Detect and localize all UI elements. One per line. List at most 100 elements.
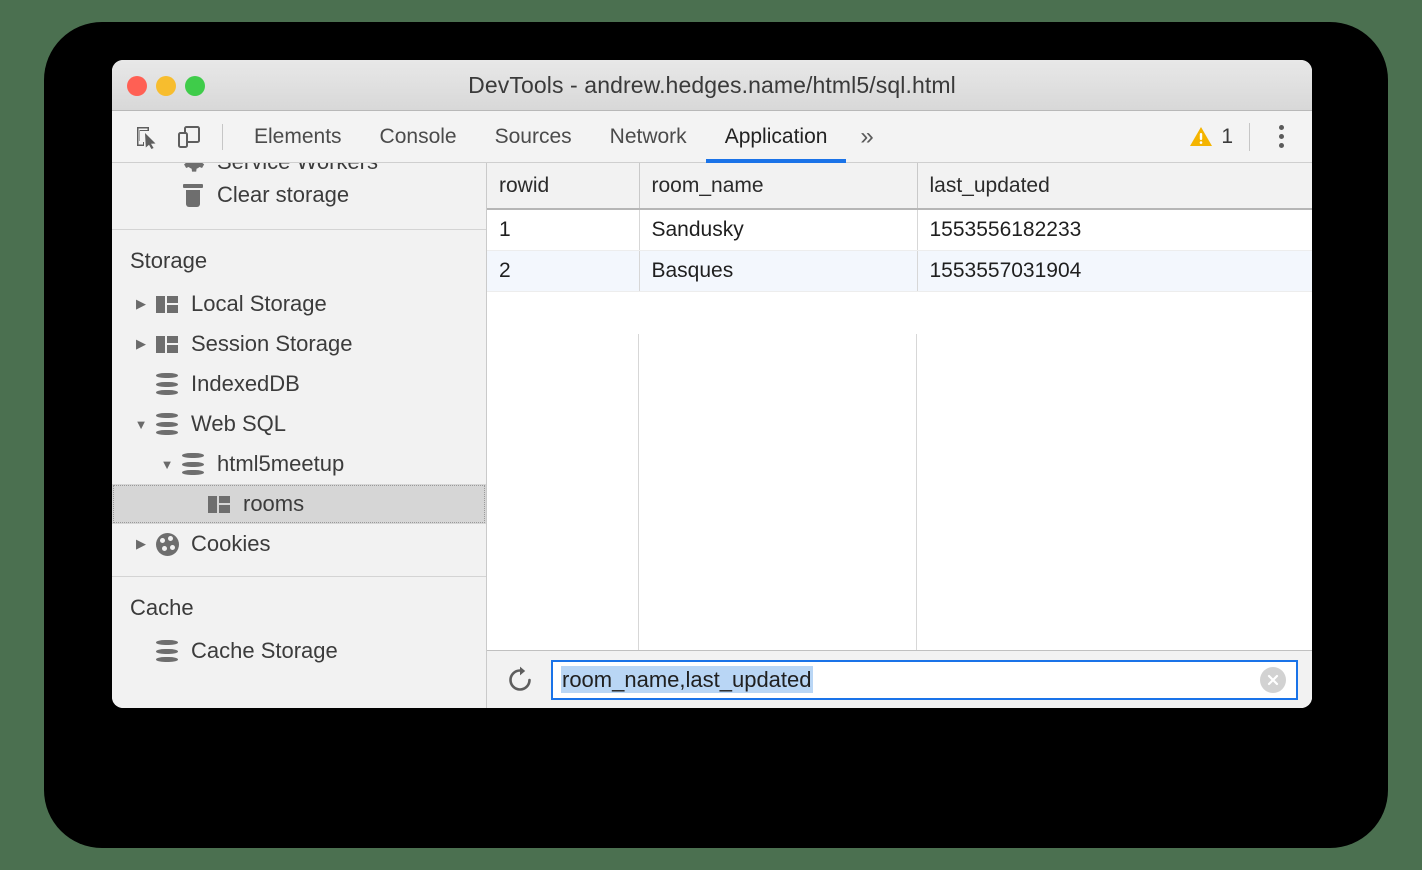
sidebar-item-label: Cookies <box>191 533 270 555</box>
sidebar-group-title-cache: Cache <box>112 577 486 631</box>
refresh-button[interactable] <box>503 663 537 697</box>
main-content: rowid room_name last_updated 1 Sandusky … <box>487 163 1312 708</box>
warning-indicator[interactable]: 1 <box>1189 125 1233 149</box>
database-icon <box>178 451 208 477</box>
data-grid-empty-filler <box>487 334 1312 650</box>
chevron-right-icon[interactable]: ▶ <box>130 536 152 552</box>
database-icon-glyph <box>156 640 178 662</box>
toggle-device-toolbar-button[interactable] <box>170 118 208 156</box>
sidebar-item-web-sql[interactable]: ▼ Web SQL <box>112 404 486 444</box>
query-input-value[interactable]: room_name,last_updated <box>561 666 813 693</box>
sidebar-item-label: html5meetup <box>217 453 344 475</box>
sidebar-group-storage: Storage ▶ Local Storage ▶ Session S <box>112 230 486 577</box>
zoom-button[interactable] <box>185 76 205 96</box>
cell-room-name[interactable]: Sandusky <box>639 209 917 250</box>
sidebar-item-label: Clear storage <box>217 184 349 206</box>
data-grid-container[interactable]: rowid room_name last_updated 1 Sandusky … <box>487 163 1312 650</box>
refresh-icon <box>506 666 534 694</box>
chevron-right-icon[interactable]: ▶ <box>130 336 152 352</box>
table-icon-glyph <box>156 336 178 353</box>
inspect-element-button[interactable] <box>128 118 166 156</box>
sidebar-group-title-storage: Storage <box>112 230 486 284</box>
column-header-rowid[interactable]: rowid <box>487 163 639 209</box>
application-panel: Service Workers Clear storage Storage <box>112 163 1312 708</box>
database-icon-glyph <box>182 453 204 475</box>
tab-elements[interactable]: Elements <box>235 111 361 163</box>
inspect-element-icon <box>134 124 160 150</box>
data-grid-body: 1 Sandusky 1553556182233 2 Basques 15535… <box>487 209 1312 291</box>
sidebar-item-local-storage[interactable]: ▶ Local Storage <box>112 284 486 324</box>
right-tools-divider <box>1249 123 1250 151</box>
sidebar-item-label: Session Storage <box>191 333 352 355</box>
sidebar-item-cache-storage[interactable]: Cache Storage <box>112 631 486 671</box>
cookie-icon <box>152 531 182 557</box>
more-options-button[interactable] <box>1266 120 1296 154</box>
header-row: rowid room_name last_updated <box>487 163 1312 209</box>
sidebar-item-label: rooms <box>243 493 304 515</box>
filler-column <box>917 334 1312 650</box>
sidebar-item-rooms[interactable]: rooms <box>112 484 486 524</box>
trash-icon-glyph <box>183 184 203 207</box>
devtools-tabstrip: Elements Console Sources Network Applica… <box>112 111 1312 163</box>
kebab-dot <box>1279 134 1284 139</box>
query-bar: room_name,last_updated <box>487 650 1312 708</box>
window-controls <box>127 60 205 111</box>
table-icon <box>152 331 182 357</box>
sidebar-item-html5meetup[interactable]: ▼ html5meetup <box>112 444 486 484</box>
sidebar-item-cookies[interactable]: ▶ Cookies <box>112 524 486 564</box>
tab-sources[interactable]: Sources <box>476 111 591 163</box>
window-title: DevTools - andrew.hedges.name/html5/sql.… <box>112 72 1312 99</box>
query-input[interactable]: room_name,last_updated <box>551 660 1298 700</box>
cell-rowid[interactable]: 1 <box>487 209 639 250</box>
tab-application[interactable]: Application <box>706 111 847 163</box>
desktop-background: DevTools - andrew.hedges.name/html5/sql.… <box>0 0 1422 870</box>
panel-tabs: Elements Console Sources Network Applica… <box>235 111 888 163</box>
kebab-dot <box>1279 125 1284 130</box>
cell-last-updated[interactable]: 1553557031904 <box>917 250 1312 291</box>
column-header-room-name[interactable]: room_name <box>639 163 917 209</box>
trash-icon <box>178 182 208 208</box>
devtools-window: DevTools - andrew.hedges.name/html5/sql.… <box>112 60 1312 708</box>
database-icon <box>152 371 182 397</box>
toolbar-divider <box>222 124 223 150</box>
close-button[interactable] <box>127 76 147 96</box>
device-toolbar-icon <box>176 124 202 150</box>
sidebar-item-label: Local Storage <box>191 293 327 315</box>
sidebar-item-service-workers[interactable]: Service Workers <box>112 163 486 175</box>
tab-network[interactable]: Network <box>591 111 706 163</box>
sidebar-item-session-storage[interactable]: ▶ Session Storage <box>112 324 486 364</box>
filler-column <box>639 334 917 650</box>
chevron-right-icon[interactable]: ▶ <box>130 296 152 312</box>
tab-console[interactable]: Console <box>361 111 476 163</box>
cell-room-name[interactable]: Basques <box>639 250 917 291</box>
sidebar-item-label: IndexedDB <box>191 373 300 395</box>
sidebar-item-label: Web SQL <box>191 413 286 435</box>
chevron-down-icon[interactable]: ▼ <box>156 457 178 472</box>
more-tabs-chevron-icon[interactable]: » <box>846 111 887 163</box>
sidebar-item-clear-storage[interactable]: Clear storage <box>112 175 486 215</box>
database-icon-glyph <box>156 413 178 435</box>
gear-icon <box>178 163 208 175</box>
table-row[interactable]: 2 Basques 1553557031904 <box>487 250 1312 291</box>
table-row[interactable]: 1 Sandusky 1553556182233 <box>487 209 1312 250</box>
rooms-data-grid: rowid room_name last_updated 1 Sandusky … <box>487 163 1312 292</box>
table-icon <box>152 291 182 317</box>
gear-icon-glyph <box>181 163 205 174</box>
sidebar-group-top: Service Workers Clear storage <box>112 163 486 230</box>
warning-count: 1 <box>1221 125 1233 149</box>
sidebar-item-indexeddb[interactable]: IndexedDB <box>112 364 486 404</box>
table-icon-glyph <box>208 496 230 513</box>
database-icon-glyph <box>156 373 178 395</box>
application-sidebar[interactable]: Service Workers Clear storage Storage <box>112 163 487 708</box>
table-icon-glyph <box>156 296 178 313</box>
database-icon <box>152 411 182 437</box>
cell-rowid[interactable]: 2 <box>487 250 639 291</box>
close-icon <box>1266 673 1280 687</box>
column-header-last-updated[interactable]: last_updated <box>917 163 1312 209</box>
minimize-button[interactable] <box>156 76 176 96</box>
clear-input-button[interactable] <box>1260 667 1286 693</box>
cell-last-updated[interactable]: 1553556182233 <box>917 209 1312 250</box>
kebab-dot <box>1279 143 1284 148</box>
table-icon <box>204 491 234 517</box>
chevron-down-icon[interactable]: ▼ <box>130 417 152 432</box>
